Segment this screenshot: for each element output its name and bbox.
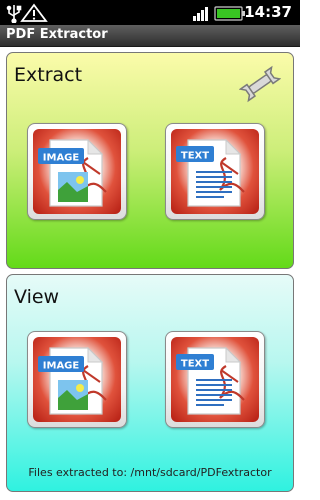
view-panel: View IMAGE TEXT Files extracted to: /mnt…: [6, 274, 294, 492]
extract-title: Extract: [14, 64, 83, 86]
text-document-icon: TEXT: [176, 346, 245, 415]
image-document-icon: IMAGE: [38, 138, 107, 207]
extract-image-button[interactable]: IMAGE: [27, 123, 127, 220]
wrench-icon[interactable]: [238, 63, 282, 105]
extract-panel: Extract IMAGE TEXT: [6, 52, 294, 269]
app-title-bar: PDF Extractor: [0, 25, 300, 47]
signal-icon: [193, 7, 208, 21]
usb-icon: [6, 5, 22, 24]
extraction-path-text: Files extracted to: /mnt/sdcard/PDFextra…: [28, 466, 272, 479]
image-tile-label: IMAGE: [43, 361, 80, 372]
warning-icon: [20, 3, 48, 22]
text-document-icon: TEXT: [176, 138, 245, 207]
text-tile-label: TEXT: [181, 359, 209, 370]
text-tile-label: TEXT: [181, 151, 209, 162]
app-title: PDF Extractor: [6, 27, 108, 42]
status-time: 14:37: [244, 3, 292, 21]
image-tile-label: IMAGE: [43, 153, 80, 164]
view-image-button[interactable]: IMAGE: [27, 331, 127, 428]
view-title: View: [14, 286, 60, 308]
image-document-icon: IMAGE: [38, 346, 107, 415]
status-left-icons: [6, 3, 50, 27]
view-text-button[interactable]: TEXT: [165, 331, 265, 428]
battery-icon: [214, 6, 245, 21]
status-bar: 14:37: [0, 0, 300, 25]
extract-text-button[interactable]: TEXT: [165, 123, 265, 220]
status-right-icons: [192, 3, 248, 27]
